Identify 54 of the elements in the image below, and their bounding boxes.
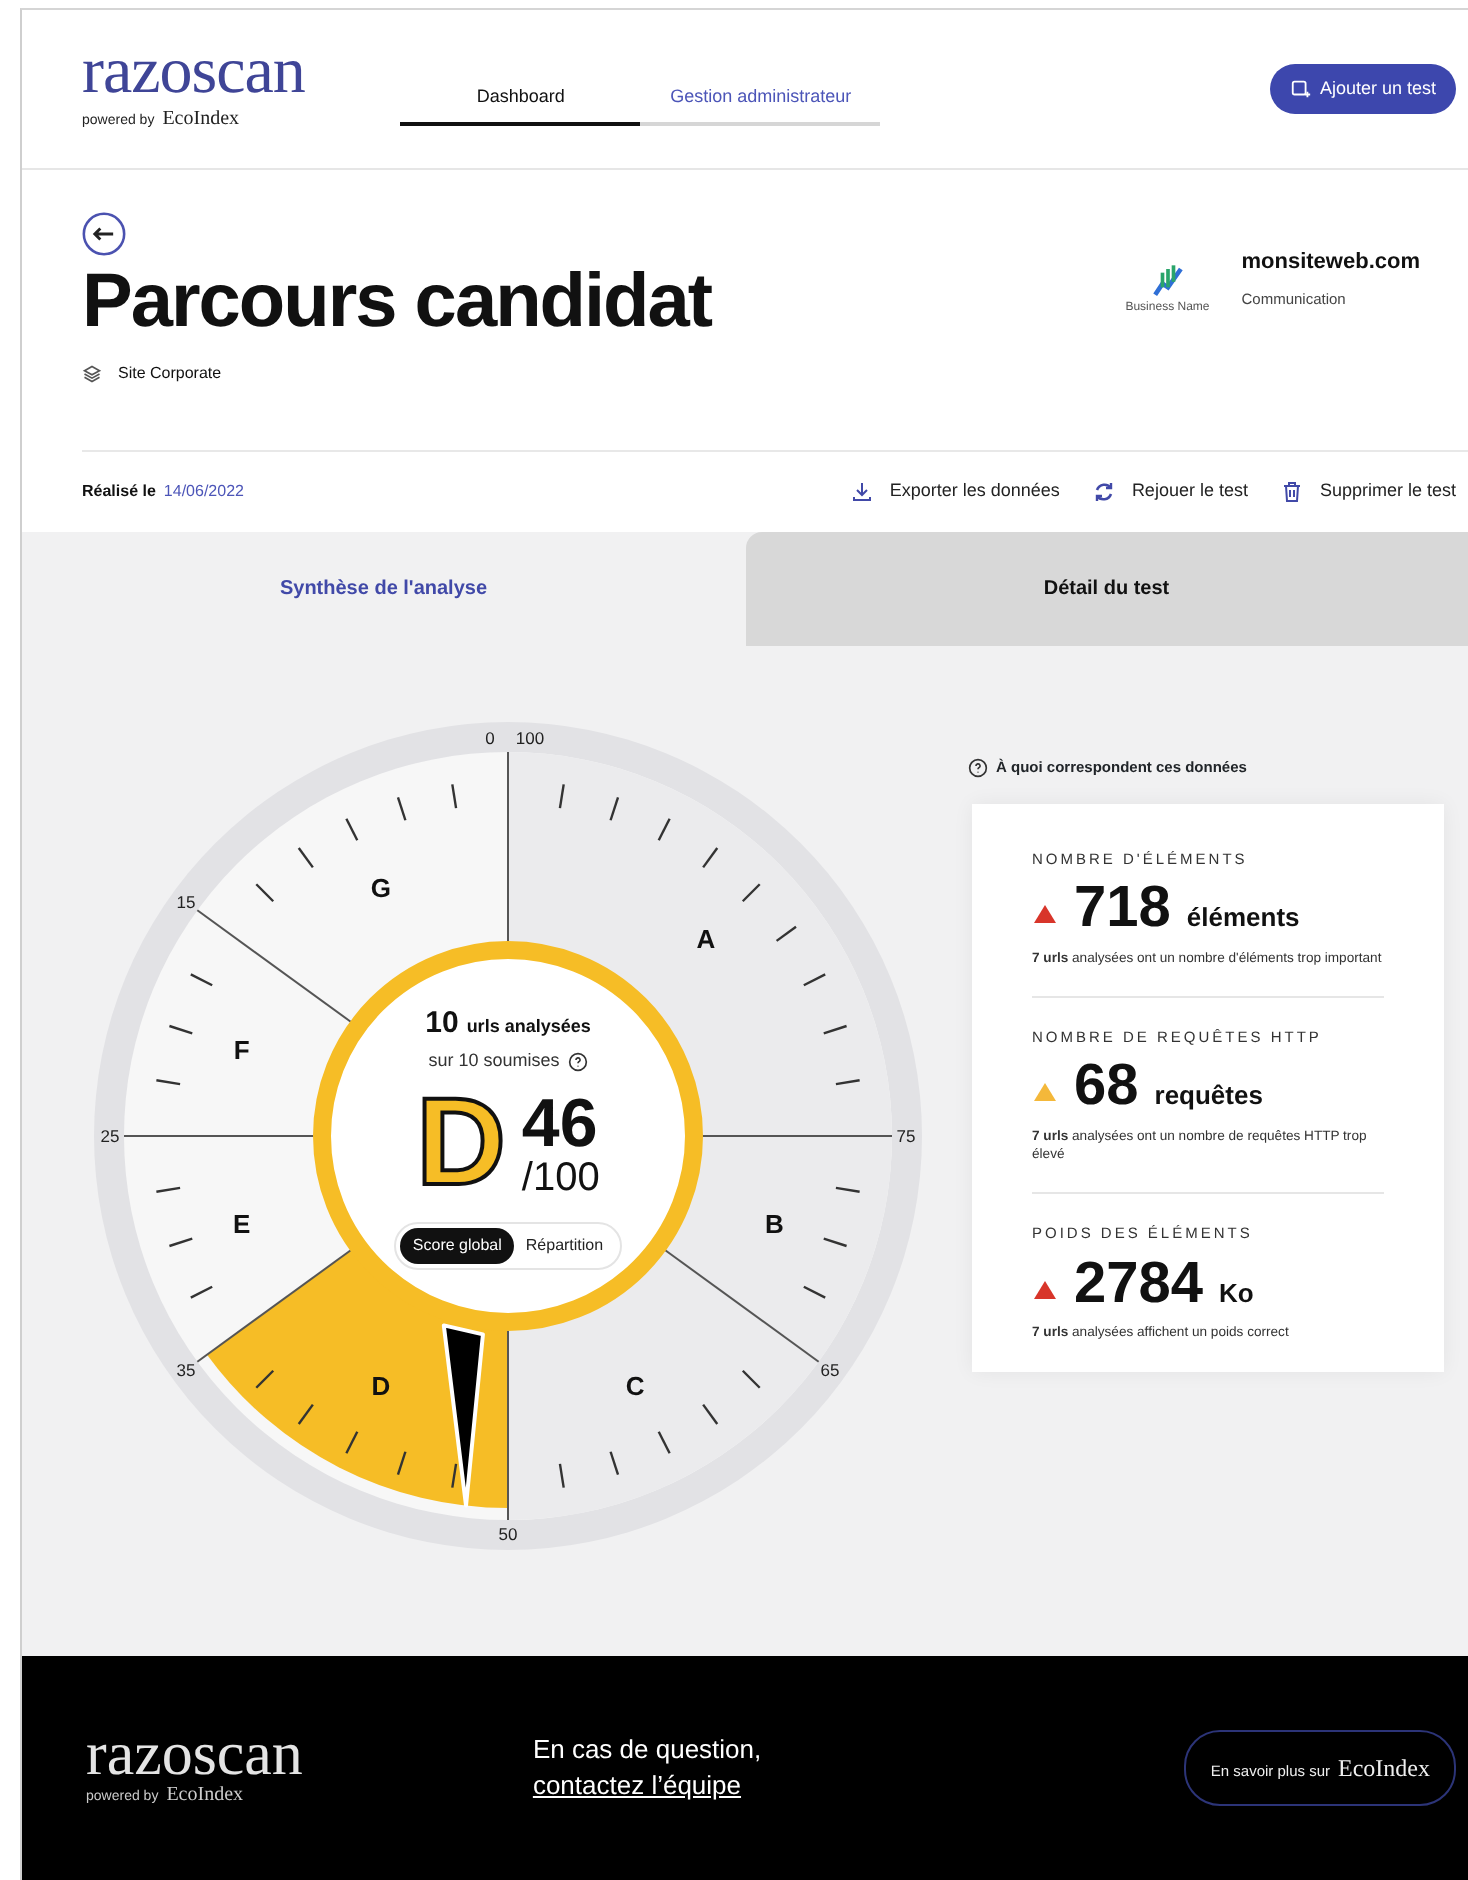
back-button[interactable] [82,210,126,254]
score-max: /100 [521,1158,600,1199]
download-icon [849,479,874,504]
date-label: Réalisé le [82,479,156,504]
tab[interactable]: Détail du test [745,532,1468,647]
grade-letter: D [416,1082,506,1207]
scale-label: 50 [498,1524,518,1545]
grade-letter: G [370,873,391,904]
scale-label: 0 [485,728,495,749]
scale-label: 35 [176,1360,196,1381]
metric-value: 2784 [1074,1253,1204,1317]
date-value: 14/06/2022 [163,479,244,504]
scale-label: 65 [820,1360,840,1381]
metric-unit: éléments [1186,899,1300,936]
add-icon [1289,78,1312,100]
nav-tab[interactable]: Gestion administrateur [640,67,881,127]
action-link[interactable]: Supprimer le test [1279,477,1456,505]
grade-letter: B [764,1209,784,1240]
scale-label: 100 [515,728,545,749]
scale-label: 25 [100,1126,120,1147]
nav-tab[interactable]: Dashboard [400,67,641,127]
help-icon[interactable] [567,1051,588,1072]
url-count: 10 [425,1004,459,1045]
scale-label: 15 [176,892,196,913]
metric-value: 718 [1074,877,1171,942]
action-link[interactable]: Exporter les données [849,477,1060,505]
grade-letter: C [625,1372,645,1403]
layers-icon [82,363,102,384]
action-link[interactable]: Rejouer le test [1091,477,1248,505]
trash-icon [1279,479,1304,504]
submitted-count: sur 10 soumises [428,1047,560,1074]
grade-letter: F [233,1036,250,1067]
metric-unit: requêtes [1154,1078,1263,1115]
grade-letter: E [233,1209,251,1240]
url-count-label: urls analysées [466,1014,591,1041]
score-value: 46 [521,1090,598,1159]
logo-brand: EcoIndex [162,105,240,134]
refresh-icon [1091,479,1116,504]
grade-letter: D [371,1372,391,1403]
add-test-button[interactable]: Ajouter un test [1269,63,1456,115]
logo-wordmark[interactable]: razoscan [82,44,305,104]
toggle-option[interactable]: Score global [400,1228,514,1265]
grade-letter: A [696,924,716,955]
metric-value: 68 [1074,1056,1139,1120]
contact-link[interactable]: contactez l’équipe [532,1768,762,1804]
page-title: Parcours candidat [82,262,712,346]
site-name: monsiteweb.com [1241,248,1420,278]
logo-brand: EcoIndex [166,1782,244,1811]
scale-label: 75 [896,1126,916,1147]
metric-unit: Ko [1219,1275,1254,1312]
help-icon [968,757,988,778]
logo-wordmark: razoscan [86,1725,303,1781]
footer-question: En cas de question, [532,1732,762,1768]
category-label: Site Corporate [118,361,222,386]
